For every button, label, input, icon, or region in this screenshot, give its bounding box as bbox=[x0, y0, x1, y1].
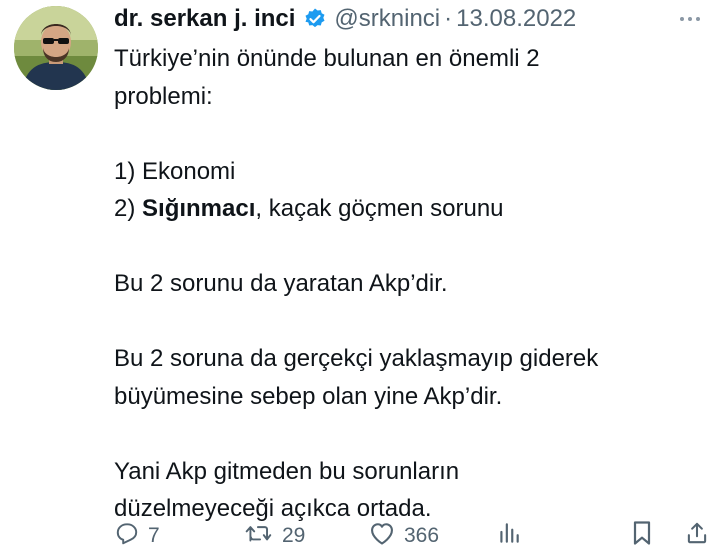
action-bar: 7 29 366 bbox=[114, 518, 707, 554]
tweet-line: büyümesine sebep olan yine Akp’dir. bbox=[114, 382, 503, 410]
retweet-count: 29 bbox=[282, 524, 306, 547]
retweet-button[interactable]: 29 bbox=[244, 520, 305, 552]
more-dot bbox=[680, 17, 684, 21]
views-button[interactable] bbox=[496, 520, 522, 552]
tweet-list-item: 2) Sığınmacı, kaçak göçmen sorunu bbox=[114, 190, 704, 228]
heart-icon bbox=[368, 520, 396, 552]
header-separator: · bbox=[444, 5, 453, 32]
tweet-line: Bu 2 sorunu da yaratan Akp’dir. bbox=[114, 270, 448, 297]
tweet-text: Türkiye’nin önünde bulunan en önemli 2 p… bbox=[114, 40, 704, 528]
verified-badge-icon bbox=[303, 7, 327, 31]
tweet-date[interactable]: 13.08.2022 bbox=[456, 4, 576, 34]
author-handle[interactable]: @srkninci bbox=[334, 4, 440, 34]
more-options-icon[interactable] bbox=[680, 4, 700, 34]
reply-icon bbox=[114, 520, 140, 552]
bold-keyword: Sığınmacı bbox=[142, 195, 256, 222]
like-button[interactable]: 366 bbox=[368, 520, 439, 552]
tweet-list-item: 1) Ekonomi bbox=[114, 157, 236, 185]
avatar[interactable] bbox=[14, 6, 98, 90]
share-icon bbox=[684, 519, 710, 553]
reply-count: 7 bbox=[148, 524, 160, 547]
bookmark-button[interactable] bbox=[630, 519, 654, 553]
tweet-line: Yani Akp gitmeden bu sorunların bbox=[114, 457, 460, 485]
share-button[interactable] bbox=[684, 519, 710, 553]
tweet-line: Türkiye’nin önünde bulunan en önemli 2 bbox=[114, 45, 540, 72]
retweet-icon bbox=[244, 520, 274, 552]
more-dot bbox=[696, 17, 700, 21]
author-display-name[interactable]: dr. serkan j. inci bbox=[114, 4, 295, 34]
tweet-line: problemi: bbox=[114, 82, 213, 110]
like-count: 366 bbox=[404, 524, 440, 547]
reply-button[interactable]: 7 bbox=[114, 520, 160, 552]
bookmark-icon bbox=[630, 519, 654, 553]
tweet-line: Bu 2 soruna da gerçekçi yaklaşmayıp gide… bbox=[114, 345, 599, 372]
item-rest: , kaçak göçmen sorunu bbox=[255, 195, 504, 222]
item-prefix: 2) bbox=[114, 195, 143, 222]
more-dot bbox=[688, 17, 692, 21]
tweet-card: dr. serkan j. inci @srkninci · 13.08.202… bbox=[0, 0, 720, 560]
views-chart-icon bbox=[496, 520, 522, 552]
tweet-header: dr. serkan j. inci @srkninci · 13.08.202… bbox=[114, 4, 700, 34]
